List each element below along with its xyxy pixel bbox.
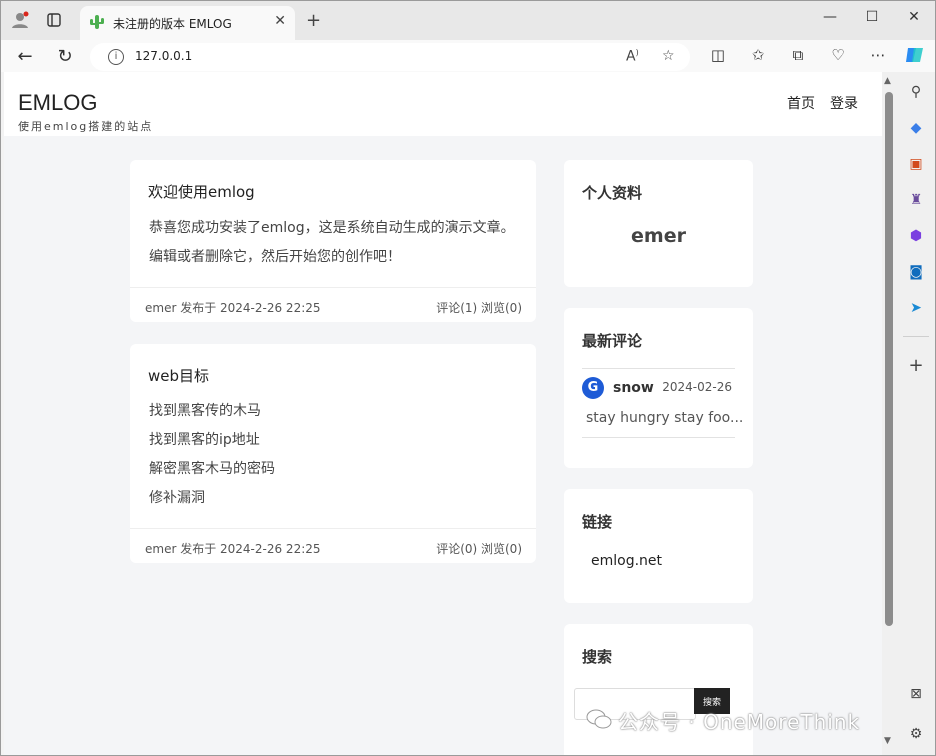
favorites-icon[interactable]: ✩: [748, 46, 768, 64]
profile-icon[interactable]: [10, 10, 30, 30]
m365-icon[interactable]: ⬢: [906, 226, 926, 246]
widget-title: 搜索: [582, 648, 613, 666]
sidebar-divider: [903, 336, 929, 337]
url-text[interactable]: 127.0.0.1: [135, 49, 192, 63]
address-bar[interactable]: i 127.0.0.1 A) ☆: [90, 43, 690, 71]
post-title[interactable]: 欢迎使用emlog: [148, 181, 255, 202]
tab-actions-icon[interactable]: [44, 10, 64, 30]
comment-divider: [582, 368, 735, 369]
browser-sidebar: ⚲ ◆ ▣ ♜ ⬢ ◙ ➤ + ⊠ ⚙: [897, 72, 936, 756]
page-viewport: EMLOG 使用emlog搭建的站点 首页 登录 欢迎使用emlog 恭喜您成功…: [4, 72, 882, 756]
post-stats[interactable]: 评论(0) 浏览(0): [436, 540, 522, 557]
title-bar: 未注册的版本 EMLOG ✕ + — ☐ ✕: [0, 0, 936, 40]
commenter-avatar: G: [582, 377, 604, 399]
back-icon[interactable]: ←: [14, 46, 36, 67]
comments-widget: 最新评论 G snow 2024-02-26 stay hungry stay …: [564, 308, 753, 468]
maximize-icon[interactable]: ☐: [862, 9, 882, 25]
page-scrollbar[interactable]: ▲ ▼: [882, 72, 897, 756]
scroll-up-icon[interactable]: ▲: [884, 76, 891, 86]
comment-text[interactable]: stay hungry stay foo...: [586, 410, 743, 426]
post-meta: emer 发布于 2024-2-26 22:25: [145, 301, 321, 315]
post-excerpt-line: 解密黑客木马的密码: [149, 461, 275, 477]
nav-home[interactable]: 首页: [787, 93, 815, 113]
new-tab-button[interactable]: +: [306, 10, 321, 31]
search-icon[interactable]: ⚲: [906, 82, 926, 102]
close-window-icon[interactable]: ✕: [904, 9, 924, 25]
comment-divider: [582, 437, 735, 438]
post-title[interactable]: web目标: [148, 365, 209, 386]
profile-name: emer: [631, 225, 686, 247]
post-card: web目标 找到黑客传的木马 找到黑客的ip地址 解密黑客木马的密码 修补漏洞 …: [130, 344, 536, 563]
info-icon[interactable]: i: [108, 49, 124, 65]
cactus-favicon-icon: [90, 15, 104, 29]
site-header: EMLOG 使用emlog搭建的站点 首页 登录: [4, 72, 882, 136]
add-icon[interactable]: +: [906, 356, 926, 376]
tools-icon[interactable]: ▣: [906, 154, 926, 174]
search-widget: 搜索 搜索: [564, 624, 753, 756]
widget-title: 个人资料: [582, 184, 643, 202]
address-toolbar: ← ↻ i 127.0.0.1 A) ☆ ◫ ✩ ⧉ ♡ ⋯: [0, 40, 936, 72]
favorite-star-icon[interactable]: ☆: [662, 48, 675, 64]
tab-close-icon[interactable]: ✕: [274, 13, 286, 29]
copilot-icon[interactable]: [904, 44, 924, 70]
split-screen-icon[interactable]: ◫: [708, 46, 728, 64]
wechat-icon: [586, 709, 612, 729]
watermark-text: 公众号 · OneMoreThink: [618, 710, 861, 734]
games-icon[interactable]: ♜: [906, 190, 926, 210]
post-card: 欢迎使用emlog 恭喜您成功安装了emlog，这是系统自动生成的演示文章。 编…: [130, 160, 536, 322]
post-divider: [130, 287, 536, 288]
tab-title: 未注册的版本 EMLOG: [113, 17, 232, 31]
outlook-icon[interactable]: ◙: [906, 262, 926, 282]
scroll-thumb[interactable]: [885, 92, 893, 626]
comment-author[interactable]: snow: [613, 380, 654, 396]
post-excerpt-line: 恭喜您成功安装了emlog，这是系统自动生成的演示文章。: [149, 220, 515, 236]
links-widget: 链接 emlog.net: [564, 489, 753, 603]
post-excerpt-line: 修补漏洞: [149, 490, 205, 506]
post-excerpt-line: 找到黑客的ip地址: [149, 432, 260, 448]
scroll-down-icon[interactable]: ▼: [884, 736, 891, 746]
send-icon[interactable]: ➤: [906, 298, 926, 318]
browser-essentials-icon[interactable]: ♡: [828, 46, 848, 64]
nav-login[interactable]: 登录: [830, 93, 858, 113]
minimize-icon[interactable]: —: [820, 9, 840, 25]
post-meta: emer 发布于 2024-2-26 22:25: [145, 542, 321, 556]
more-menu-icon[interactable]: ⋯: [868, 46, 888, 64]
shopping-tag-icon[interactable]: ◆: [906, 118, 926, 138]
read-aloud-icon[interactable]: A): [626, 48, 639, 65]
screenshot-icon[interactable]: ⊠: [906, 684, 926, 704]
link-item[interactable]: emlog.net: [591, 553, 662, 569]
refresh-icon[interactable]: ↻: [54, 46, 76, 67]
post-excerpt-line: 编辑或者删除它，然后开始您的创作吧！: [149, 249, 401, 265]
collections-icon[interactable]: ⧉: [788, 46, 808, 64]
site-tagline: 使用emlog搭建的站点: [18, 120, 154, 133]
site-logo[interactable]: EMLOG: [18, 90, 97, 116]
widget-title: 链接: [582, 513, 613, 531]
widget-title: 最新评论: [582, 332, 643, 350]
post-stats[interactable]: 评论(1) 浏览(0): [436, 299, 522, 316]
settings-gear-icon[interactable]: ⚙: [906, 724, 926, 744]
active-tab[interactable]: 未注册的版本 EMLOG ✕: [80, 6, 295, 40]
profile-widget: 个人资料 emer: [564, 160, 753, 287]
post-divider: [130, 528, 536, 529]
comment-date: 2024-02-26: [662, 380, 732, 394]
post-excerpt-line: 找到黑客传的木马: [149, 403, 261, 419]
